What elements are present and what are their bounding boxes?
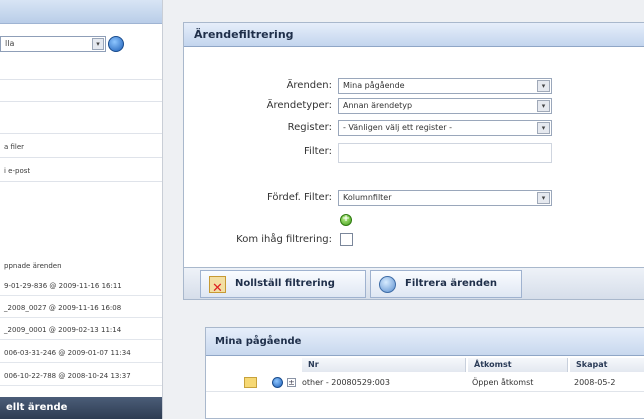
column-header-access[interactable]: Åtkomst xyxy=(468,358,568,372)
column-header-nr[interactable]: Nr xyxy=(302,358,466,372)
filter-label: Filter: xyxy=(304,146,332,157)
filter-icon xyxy=(379,276,396,293)
recent-case-item[interactable]: 9-01-29-836 @ 2009-11-16 16:11 xyxy=(0,276,162,296)
chevron-down-icon[interactable]: ▾ xyxy=(537,122,550,134)
table-row[interactable]: ± other - 20080529:003 Öppen åtkomst 200… xyxy=(206,374,644,392)
row-register: Register: - Vänligen välj ett register -… xyxy=(184,119,644,139)
cell-created: 2008-05-2 xyxy=(574,378,616,387)
chevron-down-icon[interactable]: ▾ xyxy=(537,100,550,112)
row-arenden: Ärenden: Mina pågående ▾ xyxy=(184,77,644,97)
sidebar-item-email[interactable]: i e-post xyxy=(0,160,162,182)
reset-filter-label: Nollställ filtrering xyxy=(235,278,335,289)
arendetyper-value: Annan ärendetyp xyxy=(343,101,413,110)
reset-icon xyxy=(209,276,226,302)
recent-case-item[interactable]: 006-03-31-246 @ 2009-01-07 11:34 xyxy=(0,343,162,363)
sidebar-select[interactable]: lla ▾ xyxy=(0,36,106,52)
sidebar-item-blank-3[interactable] xyxy=(0,112,162,134)
sidebar-item-files[interactable]: a filer xyxy=(0,136,162,158)
sidebar-item-blank-1[interactable] xyxy=(0,58,162,80)
add-filter-icon[interactable]: + xyxy=(340,214,352,226)
reset-filter-button[interactable]: Nollställ filtrering xyxy=(200,270,366,302)
arenden-label: Ärenden: xyxy=(286,80,332,91)
cell-access: Öppen åtkomst xyxy=(472,378,534,387)
recent-cases-title: ppnade ärenden xyxy=(4,262,62,270)
filter-cases-button[interactable]: Filtrera ärenden xyxy=(370,270,522,298)
sidebar-item-blank-2[interactable] xyxy=(0,80,162,102)
recent-case-item[interactable]: 006-10-22-788 @ 2008-10-24 13:37 xyxy=(0,366,162,386)
arenden-select[interactable]: Mina pågående ▾ xyxy=(338,78,552,94)
go-icon[interactable] xyxy=(108,36,124,52)
filter-panel: Ärendefiltrering Ärenden: Mina pågående … xyxy=(183,22,644,302)
folder-icon[interactable] xyxy=(244,377,257,388)
fordef-value: Kolumnfilter xyxy=(343,193,392,202)
grid-title: Mina pågående xyxy=(206,328,644,356)
chevron-down-icon[interactable]: ▾ xyxy=(537,80,550,92)
row-fordef: Fördef. Filter: Kolumnfilter ▾ xyxy=(184,189,644,209)
sidebar-item-label: a filer xyxy=(4,143,25,151)
recent-case-item[interactable]: _2009_0001 @ 2009-02-13 11:14 xyxy=(0,320,162,340)
chevron-down-icon[interactable]: ▾ xyxy=(537,192,550,204)
arendetyper-label: Ärendetyper: xyxy=(266,100,332,111)
row-arendetyper: Ärendetyper: Annan ärendetyp ▾ xyxy=(184,97,644,117)
sidebar-select-value: lla xyxy=(5,39,15,48)
column-header-created[interactable]: Skapat xyxy=(570,358,644,372)
register-label: Register: xyxy=(287,122,332,133)
filter-button-bar: Nollställ filtrering Filtrera ärenden xyxy=(184,267,644,302)
filter-panel-title: Ärendefiltrering xyxy=(184,23,644,47)
cell-nr[interactable]: other - 20080529:003 xyxy=(302,374,390,392)
fordef-select[interactable]: Kolumnfilter ▾ xyxy=(338,190,552,206)
sidebar-select-row: lla ▾ xyxy=(0,34,162,54)
register-value: - Vänligen välj ett register - xyxy=(343,123,452,132)
results-grid: Mina pågående Nr Åtkomst Skapat ± other … xyxy=(205,327,644,419)
new-case-bar[interactable]: ellt ärende xyxy=(0,397,162,419)
globe-icon[interactable] xyxy=(272,377,283,388)
sidebar-top-strip xyxy=(0,0,162,24)
row-filter: Filter: xyxy=(184,143,644,163)
remember-filter-checkbox[interactable] xyxy=(340,233,353,246)
fordef-label: Fördef. Filter: xyxy=(266,192,332,203)
expand-icon[interactable]: ± xyxy=(287,378,296,387)
sidebar-item-label: i e-post xyxy=(4,167,31,175)
filter-cases-label: Filtrera ärenden xyxy=(405,278,497,289)
chevron-down-icon[interactable]: ▾ xyxy=(92,38,104,50)
register-select[interactable]: - Vänligen välj ett register - ▾ xyxy=(338,120,552,136)
arenden-value: Mina pågående xyxy=(343,81,405,90)
recent-case-item[interactable]: _2008_0027 @ 2009-11-16 16:08 xyxy=(0,298,162,318)
arendetyper-select[interactable]: Annan ärendetyp ▾ xyxy=(338,98,552,114)
remember-label: Kom ihåg filtrering: xyxy=(236,234,332,245)
sidebar: lla ▾ a filer i e-post ppnade ärenden 9-… xyxy=(0,0,163,419)
filter-input[interactable] xyxy=(338,143,552,163)
row-remember: Kom ihåg filtrering: xyxy=(184,231,644,251)
